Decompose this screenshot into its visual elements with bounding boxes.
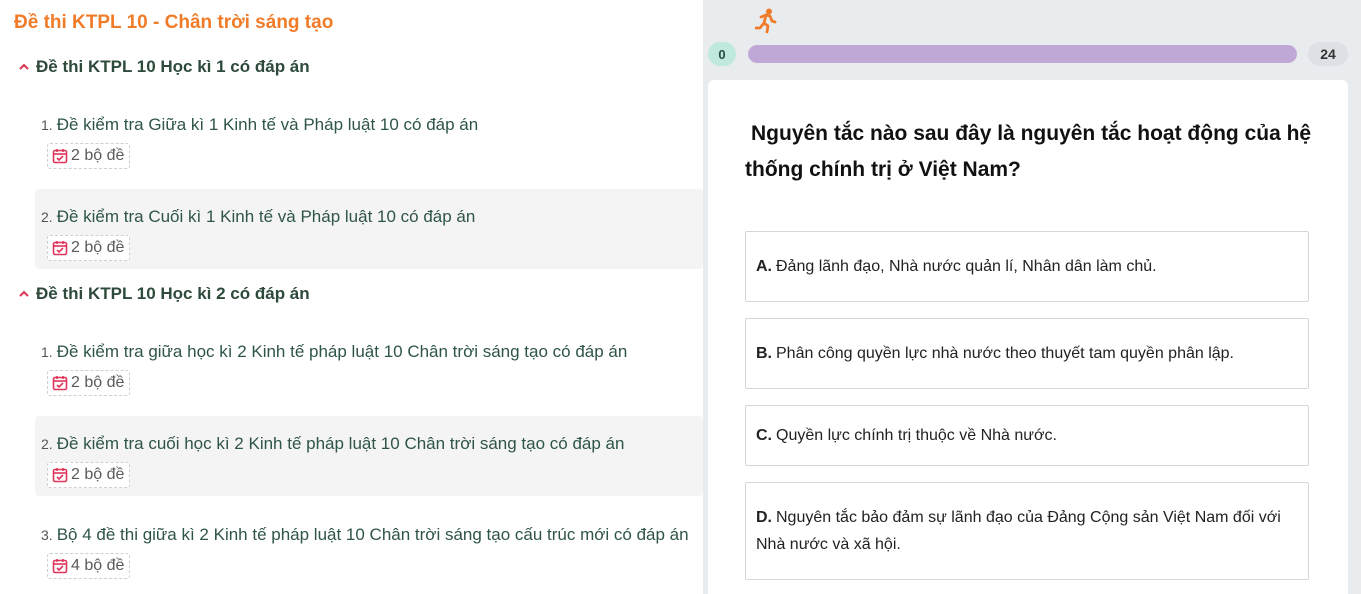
calendar-check-icon <box>52 559 68 574</box>
progress-bar <box>748 45 1297 63</box>
count-badge: 2 bộ đề <box>47 462 131 488</box>
item-link[interactable]: 1. Đề kiểm tra Giữa kì 1 Kinh tế và Pháp … <box>41 115 478 135</box>
option-d[interactable]: D. Nguyên tắc bảo đảm sự lãnh đạo của Đản… <box>745 482 1309 580</box>
section-header-hk1[interactable]: Đề thi KTPL 10 Học kì 1 có đáp án <box>18 57 310 77</box>
progress-total-label: 24 <box>1308 42 1348 66</box>
section-heading: Đề thi KTPL 10 Học kì 2 có đáp án <box>36 284 310 303</box>
running-person-icon <box>754 8 777 39</box>
item-link[interactable]: 1. Đề kiểm tra giữa học kì 2 Kinh tế pháp… <box>41 342 627 362</box>
chevron-up-icon <box>18 57 32 77</box>
progress-start-label: 0 <box>708 42 736 66</box>
calendar-check-icon <box>52 241 68 256</box>
list-item[interactable]: 2. Đề kiểm tra cuối học kì 2 Kinh tế pháp… <box>35 416 703 496</box>
list-item[interactable]: 2. Đề kiểm tra Cuối kì 1 Kinh tế và Pháp … <box>35 189 703 269</box>
section-header-hk2[interactable]: Đề thi KTPL 10 Học kì 2 có đáp án <box>18 284 310 304</box>
count-badge: 2 bộ đề <box>47 143 131 169</box>
list-item[interactable]: 3. Bộ 4 đề thi giữa kì 2 Kinh tế pháp luậ… <box>35 507 703 587</box>
list-item[interactable]: 1. Đề kiểm tra Giữa kì 1 Kinh tế và Pháp … <box>35 97 703 177</box>
question-text: Nguyên tắc nào sau đây là nguyên tắc hoạ… <box>745 122 1312 181</box>
list-item[interactable]: 1. Đề kiểm tra giữa học kì 2 Kinh tế pháp… <box>35 324 703 404</box>
section-heading: Đề thi KTPL 10 Học kì 1 có đáp án <box>36 57 310 76</box>
count-badge: 2 bộ đề <box>47 235 131 261</box>
option-a[interactable]: A. Đảng lãnh đạo, Nhà nước quản lí, Nhân … <box>745 231 1309 302</box>
calendar-check-icon <box>52 468 68 483</box>
question-card: Nguyên tắc nào sau đây là nguyên tắc hoạ… <box>708 80 1348 594</box>
chevron-up-icon <box>18 284 32 304</box>
calendar-check-icon <box>52 149 68 164</box>
item-link[interactable]: 2. Đề kiểm tra cuối học kì 2 Kinh tế pháp… <box>41 434 624 454</box>
option-b[interactable]: B. Phân công quyền lực nhà nước theo thuy… <box>745 318 1309 389</box>
count-badge: 2 bộ đề <box>47 370 131 396</box>
page-title: Đề thi KTPL 10 - Chân trời sáng tạo <box>14 12 334 33</box>
item-link[interactable]: 3. Bộ 4 đề thi giữa kì 2 Kinh tế pháp luậ… <box>41 525 689 545</box>
item-link[interactable]: 2. Đề kiểm tra Cuối kì 1 Kinh tế và Pháp … <box>41 207 475 227</box>
exam-list-panel: Đề thi KTPL 10 - Chân trời sáng tạo Đề t… <box>0 0 703 594</box>
count-badge: 4 bộ đề <box>47 553 131 579</box>
quiz-panel: 0 24 Nguyên tắc nào sau đây là nguyên tắ… <box>703 0 1361 594</box>
calendar-check-icon <box>52 376 68 391</box>
progress-fill <box>748 45 1297 63</box>
option-c[interactable]: C. Quyền lực chính trị thuộc về Nhà nước. <box>745 405 1309 466</box>
